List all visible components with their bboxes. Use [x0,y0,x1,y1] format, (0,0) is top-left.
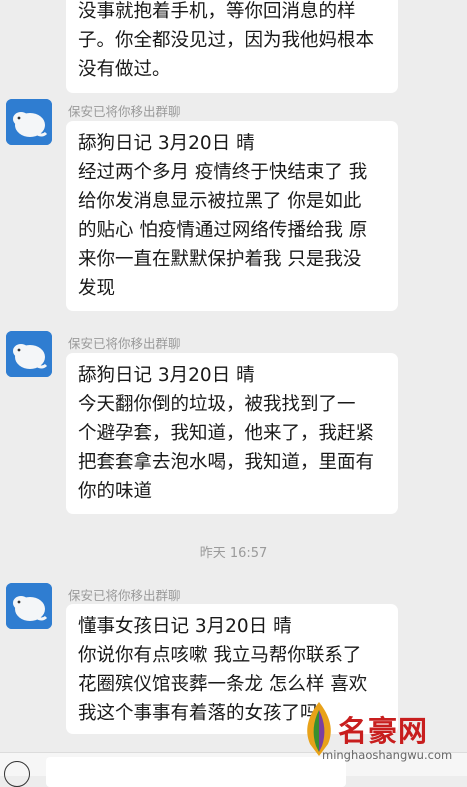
avatar[interactable] [6,99,52,145]
chat-timestamp: 昨天 16:57 [199,546,268,561]
watermark-url: minghaoshangwu.com [322,748,453,762]
sender-name: 保安已将你移出群聊 [68,336,181,351]
seal-avatar-icon [6,583,52,629]
message-line: 给你发消息显示被拉黑了 你是如此 [78,191,362,212]
message-line: 没有做过。 [78,59,171,80]
message-line: 来你一直在默默保护着我 只是我没 [78,249,362,270]
message-line: 花圈殡仪馆丧葬一条龙 怎么样 喜欢 [78,674,368,695]
message-bubble[interactable]: 舔狗日记 3月20日 晴 今天翻你倒的垃圾，被我找到了一 个避孕套，我知道，他来… [66,353,398,514]
sender-name: 保安已将你移出群聊 [68,588,181,603]
message-line: 你的味道 [78,481,153,502]
message-line: 没事就抱着手机，等你回消息的样 [78,1,356,22]
message-line: 舔狗日记 3月20日 晴 [78,365,255,386]
watermark-text: 名豪网 [338,714,429,748]
message-line: 懂事女孩日记 3月20日 晴 [78,616,292,637]
message-line: 发现 [78,278,116,299]
message-line: 的贴心 怕疫情通过网络传播给我 原 [78,220,368,241]
message-line: 今天翻你倒的垃圾，被我找到了一 [78,394,356,415]
seal-avatar-icon [6,331,52,377]
sender-name: 保安已将你移出群聊 [68,104,181,119]
avatar[interactable] [6,331,52,377]
message-line: 你说你有点咳嗽 我立马帮你联系了 [78,645,362,666]
message-input[interactable] [46,757,346,787]
message-line: 把套套拿去泡水喝，我知道，里面有 [78,452,375,473]
message-bubble[interactable]: 没事就抱着手机，等你回消息的样 子。你全都没见过，因为我他妈根本 没有做过。 [66,0,398,93]
message-line: 个避孕套，我知道，他来了，我赶紧 [78,423,375,444]
message-line: 经过两个多月 疫情终于快结束了 我 [78,162,368,183]
message-line: 舔狗日记 3月20日 晴 [78,133,255,154]
message-bubble[interactable]: 舔狗日记 3月20日 晴 经过两个多月 疫情终于快结束了 我 给你发消息显示被拉… [66,121,398,311]
message-line: 子。你全都没见过，因为我他妈根本 [78,30,375,51]
avatar[interactable] [6,583,52,629]
seal-avatar-icon [6,99,52,145]
voice-input-icon[interactable] [4,761,30,787]
